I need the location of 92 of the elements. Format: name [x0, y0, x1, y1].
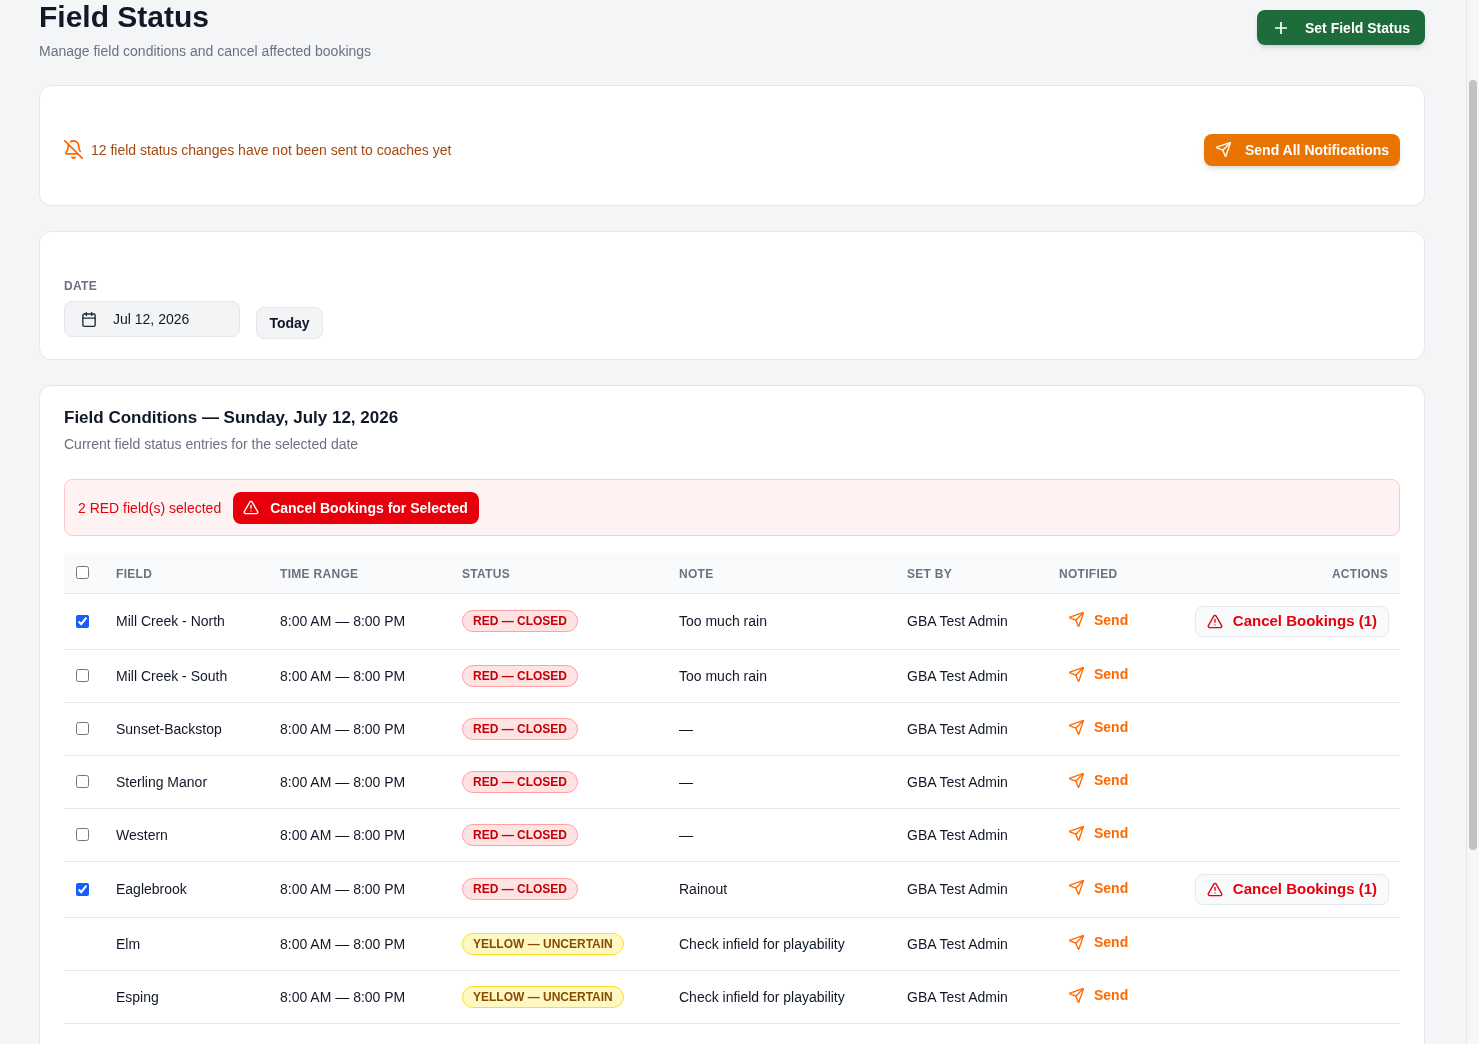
send-icon	[1069, 825, 1084, 841]
row-checkbox[interactable]	[76, 775, 89, 788]
column-header: FIELD	[116, 566, 153, 581]
warning-icon	[1206, 881, 1223, 897]
select-all-checkbox[interactable]	[76, 566, 89, 580]
status-badge: YELLOW — UNCERTAIN	[462, 932, 624, 955]
send-icon	[1069, 666, 1084, 682]
field-name: Eaglebrook	[116, 881, 187, 897]
column-header: SET BY	[907, 566, 953, 581]
status-badge: RED — CLOSED	[462, 610, 578, 632]
note-text: —	[679, 826, 693, 843]
send-notification-link[interactable]: Send	[1059, 717, 1129, 738]
plus-icon	[1275, 21, 1287, 34]
warning-icon	[243, 500, 260, 515]
row-checkbox[interactable]	[76, 828, 89, 841]
bell-off-icon	[64, 140, 83, 159]
send-icon	[1069, 987, 1084, 1003]
section-subtitle: Current field status entries for the selected date	[64, 435, 359, 454]
note-text: Check infield for playability	[679, 935, 845, 952]
column-header: STATUS	[462, 566, 511, 581]
warning-icon	[1206, 613, 1223, 629]
set-by-name: GBA Test Admin	[907, 667, 1008, 684]
column-header: NOTIFIED	[1059, 566, 1118, 581]
column-header: ACTIONS	[1331, 566, 1388, 581]
status-badge: RED — CLOSED	[462, 717, 578, 740]
cancel-selected-bookings-button[interactable]: Cancel Bookings for Selected	[233, 491, 480, 524]
date-input[interactable]: Jul 12, 2026	[64, 301, 240, 337]
row-checkbox[interactable]	[76, 614, 89, 628]
status-badge: YELLOW — UNCERTAIN	[462, 985, 624, 1008]
cancel-bookings-button[interactable]: Cancel Bookings (1)	[1194, 873, 1389, 905]
send-icon	[1069, 772, 1084, 788]
field-name: Sterling Manor	[116, 773, 208, 790]
send-notification-link[interactable]: Send	[1059, 932, 1129, 953]
set-by-name: GBA Test Admin	[907, 613, 1008, 629]
send-notification-link[interactable]: Send	[1059, 823, 1129, 844]
field-name: Elm	[116, 935, 141, 952]
cancel-bookings-button[interactable]: Cancel Bookings (1)	[1194, 605, 1389, 637]
note-text: Check infield for playability	[679, 988, 845, 1005]
send-icon	[1069, 612, 1084, 628]
time-range: 8:00 AM — 8:00 PM	[280, 613, 406, 629]
set-by-name: GBA Test Admin	[907, 826, 1008, 843]
calendar-icon	[82, 311, 96, 327]
time-range: 8:00 AM — 8:00 PM	[280, 720, 406, 737]
row-checkbox[interactable]	[76, 882, 89, 896]
date-label: DATE	[64, 278, 97, 294]
status-badge: RED — CLOSED	[462, 664, 578, 687]
set-by-name: GBA Test Admin	[907, 720, 1008, 737]
field-name: Esping	[116, 988, 159, 1005]
time-range: 8:00 AM — 8:00 PM	[280, 667, 406, 684]
row-checkbox[interactable]	[76, 669, 89, 682]
note-text: —	[679, 720, 693, 737]
time-range: 8:00 AM — 8:00 PM	[280, 988, 406, 1005]
send-notification-link[interactable]: Send	[1059, 770, 1129, 791]
send-notification-link[interactable]: Send	[1059, 609, 1129, 630]
note-text: Too much rain	[679, 667, 767, 684]
send-notification-link[interactable]: Send	[1059, 985, 1129, 1006]
status-badge: RED — CLOSED	[462, 770, 578, 793]
note-text: Too much rain	[679, 613, 767, 629]
note-text: —	[679, 773, 693, 790]
scrollbar-thumb[interactable]	[1469, 80, 1477, 850]
send-notification-link[interactable]: Send	[1059, 664, 1129, 685]
send-icon	[1069, 719, 1084, 735]
column-header: NOTE	[679, 566, 714, 581]
time-range: 8:00 AM — 8:00 PM	[280, 881, 406, 897]
set-by-name: GBA Test Admin	[907, 988, 1008, 1005]
section-title: Field Conditions — Sunday, July 12, 2026	[64, 407, 399, 429]
note-text: Rainout	[679, 881, 728, 897]
column-header: TIME RANGE	[280, 566, 359, 581]
send-all-notifications-button[interactable]: Send All Notifications	[1204, 133, 1400, 166]
row-checkbox[interactable]	[76, 722, 89, 735]
send-icon	[1069, 880, 1084, 896]
send-icon	[1216, 142, 1231, 157]
time-range: 8:00 AM — 8:00 PM	[280, 826, 406, 843]
set-by-name: GBA Test Admin	[907, 881, 1008, 897]
time-range: 8:00 AM — 8:00 PM	[280, 935, 406, 952]
status-badge: RED — CLOSED	[462, 878, 578, 900]
field-name: Western	[116, 826, 168, 843]
page-subtitle: Manage field conditions and cancel affected bookings	[39, 42, 372, 61]
selection-count: 2 RED field(s) selected	[78, 498, 222, 518]
set-by-name: GBA Test Admin	[907, 773, 1008, 790]
send-icon	[1069, 934, 1084, 950]
field-name: Mill Creek - South	[116, 667, 228, 684]
field-name: Sunset-Backstop	[116, 720, 222, 737]
status-badge: RED — CLOSED	[462, 823, 578, 846]
set-by-name: GBA Test Admin	[907, 935, 1008, 952]
page-title: Field Status	[39, 2, 210, 32]
field-name: Mill Creek - North	[116, 613, 225, 629]
time-range: 8:00 AM — 8:00 PM	[280, 773, 406, 790]
set-field-status-button[interactable]: Set Field Status	[1257, 10, 1425, 45]
send-notification-link[interactable]: Send	[1059, 877, 1129, 898]
today-button[interactable]: Today	[256, 307, 323, 339]
notification-message: 12 field status changes have not been sent to coaches yet	[91, 140, 452, 160]
